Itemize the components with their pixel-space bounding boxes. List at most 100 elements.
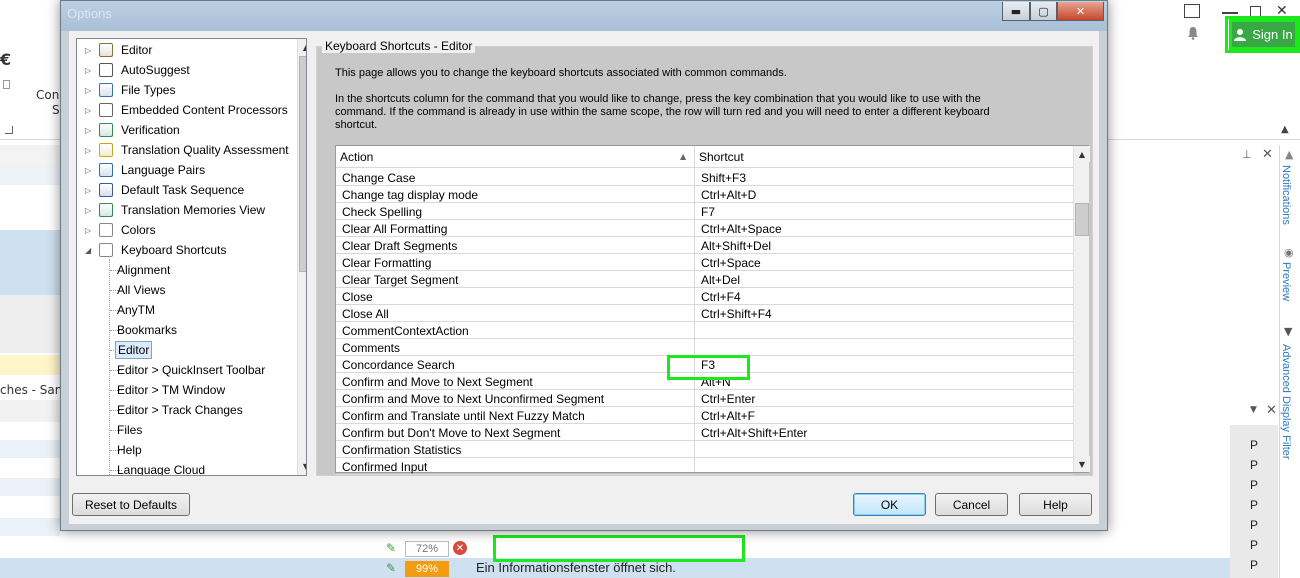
- tree-child-item[interactable]: Editor > Track Changes: [115, 401, 245, 419]
- expand-arrow-icon[interactable]: ▷: [85, 46, 93, 55]
- shortcut-cell[interactable]: [695, 339, 1073, 356]
- scroll-up-icon[interactable]: ▲: [298, 39, 306, 55]
- shortcut-cell[interactable]: Alt+Del: [695, 271, 1073, 288]
- tab-preview[interactable]: Preview: [1280, 262, 1292, 301]
- expand-arrow-icon[interactable]: ▷: [85, 126, 93, 135]
- shortcut-cell[interactable]: Ctrl+Alt+Shift+Enter: [695, 424, 1073, 441]
- cancel-button[interactable]: Cancel: [935, 493, 1008, 516]
- pin-icon[interactable]: ⊥: [1242, 148, 1252, 161]
- table-row[interactable]: CommentContextAction: [336, 322, 1073, 339]
- expand-arrow-icon[interactable]: ▷: [85, 206, 93, 215]
- tree-child-item[interactable]: All Views: [115, 281, 167, 299]
- shortcut-cell[interactable]: Ctrl+Shift+F4: [695, 305, 1073, 322]
- table-row[interactable]: Clear All Formatting Ctrl+Alt+Space: [336, 220, 1073, 237]
- shortcuts-grid[interactable]: Action ▲ Shortcut Change Case Shift+F3 Cha…: [335, 145, 1090, 475]
- tree-item[interactable]: ▷ Editor: [85, 41, 154, 59]
- scroll-thumb[interactable]: [299, 56, 306, 272]
- ribbon-launcher-icon[interactable]: [5, 126, 13, 134]
- tree-child-item[interactable]: Alignment: [115, 261, 172, 279]
- tree-item[interactable]: ▷ Colors: [85, 221, 158, 239]
- tree-item[interactable]: ◢ Keyboard Shortcuts: [85, 241, 228, 259]
- close-button[interactable]: ✕: [1057, 2, 1104, 21]
- panel-dropdown-icon[interactable]: ▼: [1250, 405, 1257, 415]
- table-row[interactable]: Clear Target Segment Alt+Del: [336, 271, 1073, 288]
- table-row[interactable]: Confirm but Don't Move to Next Segment Ct…: [336, 424, 1073, 441]
- table-row[interactable]: Confirmed Input: [336, 458, 1073, 475]
- tree-item[interactable]: ▷ Default Task Sequence: [85, 181, 246, 199]
- tree-child-item[interactable]: AnyTM: [115, 301, 157, 319]
- target-segment-text[interactable]: Ein Informationsfenster öffnet sich.: [476, 560, 676, 575]
- tree-scrollbar[interactable]: ▲ ▼: [297, 39, 306, 475]
- tree-child-item[interactable]: Bookmarks: [115, 321, 179, 339]
- shortcut-cell[interactable]: Ctrl+Space: [695, 254, 1073, 271]
- shortcut-cell[interactable]: Shift+F3: [695, 169, 1073, 186]
- expand-arrow-icon[interactable]: ▷: [85, 166, 93, 175]
- tree-child-item[interactable]: Help: [115, 441, 144, 459]
- shortcut-cell[interactable]: [695, 441, 1073, 458]
- tree-child-item[interactable]: Language Cloud: [115, 461, 207, 475]
- tree-item[interactable]: ▷ Language Pairs: [85, 161, 207, 179]
- shortcut-cell[interactable]: Ctrl+Enter: [695, 390, 1073, 407]
- tab-advanced-display-filter[interactable]: Advanced Display Filter: [1280, 344, 1292, 460]
- table-row[interactable]: Change Case Shift+F3: [336, 169, 1073, 186]
- tree-child-item[interactable]: Editor > QuickInsert Toolbar: [115, 361, 267, 379]
- shortcut-cell[interactable]: Ctrl+F4: [695, 288, 1073, 305]
- table-row[interactable]: Close Ctrl+F4: [336, 288, 1073, 305]
- tree-item[interactable]: ▷ Translation Quality Assessment: [85, 141, 291, 159]
- tree-item[interactable]: ▷ AutoSuggest: [85, 61, 192, 79]
- table-row[interactable]: Check Spelling F7: [336, 203, 1073, 220]
- dialog-titlebar[interactable]: Options ▬ ▢ ✕: [61, 1, 1107, 31]
- table-row[interactable]: Clear Formatting Ctrl+Space: [336, 254, 1073, 271]
- ok-button[interactable]: OK: [853, 493, 926, 516]
- options-tree[interactable]: ▷ Editor ▷ AutoSuggest ▷ File Types ▷ Embedded …: [76, 38, 307, 476]
- tree-child-item[interactable]: Files: [115, 421, 144, 439]
- scroll-down-icon[interactable]: ▼: [1074, 456, 1090, 472]
- table-row[interactable]: Clear Draft Segments Alt+Shift+Del: [336, 237, 1073, 254]
- shortcut-cell[interactable]: [695, 458, 1073, 475]
- shortcut-cell[interactable]: [695, 322, 1073, 339]
- table-row[interactable]: Comments: [336, 339, 1073, 356]
- grid-scrollbar[interactable]: ▲ ▼: [1073, 146, 1090, 472]
- tree-child-item[interactable]: Editor > TM Window: [115, 381, 227, 399]
- shortcut-cell[interactable]: Ctrl+Alt+Space: [695, 220, 1073, 237]
- column-header-shortcut[interactable]: Shortcut: [695, 146, 1073, 168]
- restore-ribbon-icon[interactable]: [1184, 4, 1200, 18]
- tree-child-item[interactable]: Editor: [115, 341, 153, 359]
- help-button[interactable]: Help: [1019, 493, 1092, 516]
- maximize-button[interactable]: ▢: [1030, 2, 1057, 21]
- expand-arrow-icon[interactable]: ▷: [85, 86, 93, 95]
- shortcut-cell[interactable]: Ctrl+Alt+F: [695, 407, 1073, 424]
- scroll-up-icon[interactable]: ▲: [1074, 146, 1090, 162]
- tab-notifications[interactable]: Notifications: [1280, 165, 1292, 225]
- shortcut-cell[interactable]: Alt+N: [695, 373, 1073, 390]
- expand-arrow-icon[interactable]: ▷: [85, 66, 93, 75]
- bell-icon[interactable]: [1186, 26, 1200, 40]
- table-row[interactable]: Confirmation Statistics: [336, 441, 1073, 458]
- shortcut-cell[interactable]: F3: [695, 356, 1073, 373]
- table-row[interactable]: Confirm and Move to Next Unconfirmed Seg…: [336, 390, 1073, 407]
- shortcut-cell[interactable]: Alt+Shift+Del: [695, 237, 1073, 254]
- shortcut-cell[interactable]: Ctrl+Alt+D: [695, 186, 1073, 203]
- tree-item[interactable]: ▷ File Types: [85, 81, 177, 99]
- scroll-down-icon[interactable]: ▼: [298, 458, 306, 474]
- expand-arrow-icon[interactable]: ▷: [85, 146, 93, 155]
- panel-close-icon[interactable]: ✕: [1262, 147, 1273, 162]
- table-row[interactable]: Close All Ctrl+Shift+F4: [336, 305, 1073, 322]
- expand-arrow-icon[interactable]: ▷: [85, 106, 93, 115]
- tree-item[interactable]: ▷ Embedded Content Processors: [85, 101, 290, 119]
- table-row[interactable]: Change tag display mode Ctrl+Alt+D: [336, 186, 1073, 203]
- column-header-action[interactable]: Action: [336, 146, 694, 168]
- expanded-arrow-icon[interactable]: ◢: [85, 246, 93, 255]
- collapse-ribbon-icon[interactable]: ▲: [1281, 124, 1289, 135]
- minimize-icon[interactable]: [1222, 4, 1238, 14]
- shortcut-cell[interactable]: F7: [695, 203, 1073, 220]
- reset-to-defaults-button[interactable]: Reset to Defaults: [72, 493, 190, 516]
- minimize-button[interactable]: ▬: [1002, 2, 1030, 21]
- table-row[interactable]: Confirm and Translate until Next Fuzzy M…: [336, 407, 1073, 424]
- tree-item[interactable]: ▷ Verification: [85, 121, 182, 139]
- panel-close-icon-2[interactable]: ✕: [1266, 403, 1277, 418]
- expand-arrow-icon[interactable]: ▷: [85, 186, 93, 195]
- tree-item[interactable]: ▷ Translation Memories View: [85, 201, 267, 219]
- expand-arrow-icon[interactable]: ▷: [85, 226, 93, 235]
- scroll-thumb[interactable]: [1075, 203, 1089, 236]
